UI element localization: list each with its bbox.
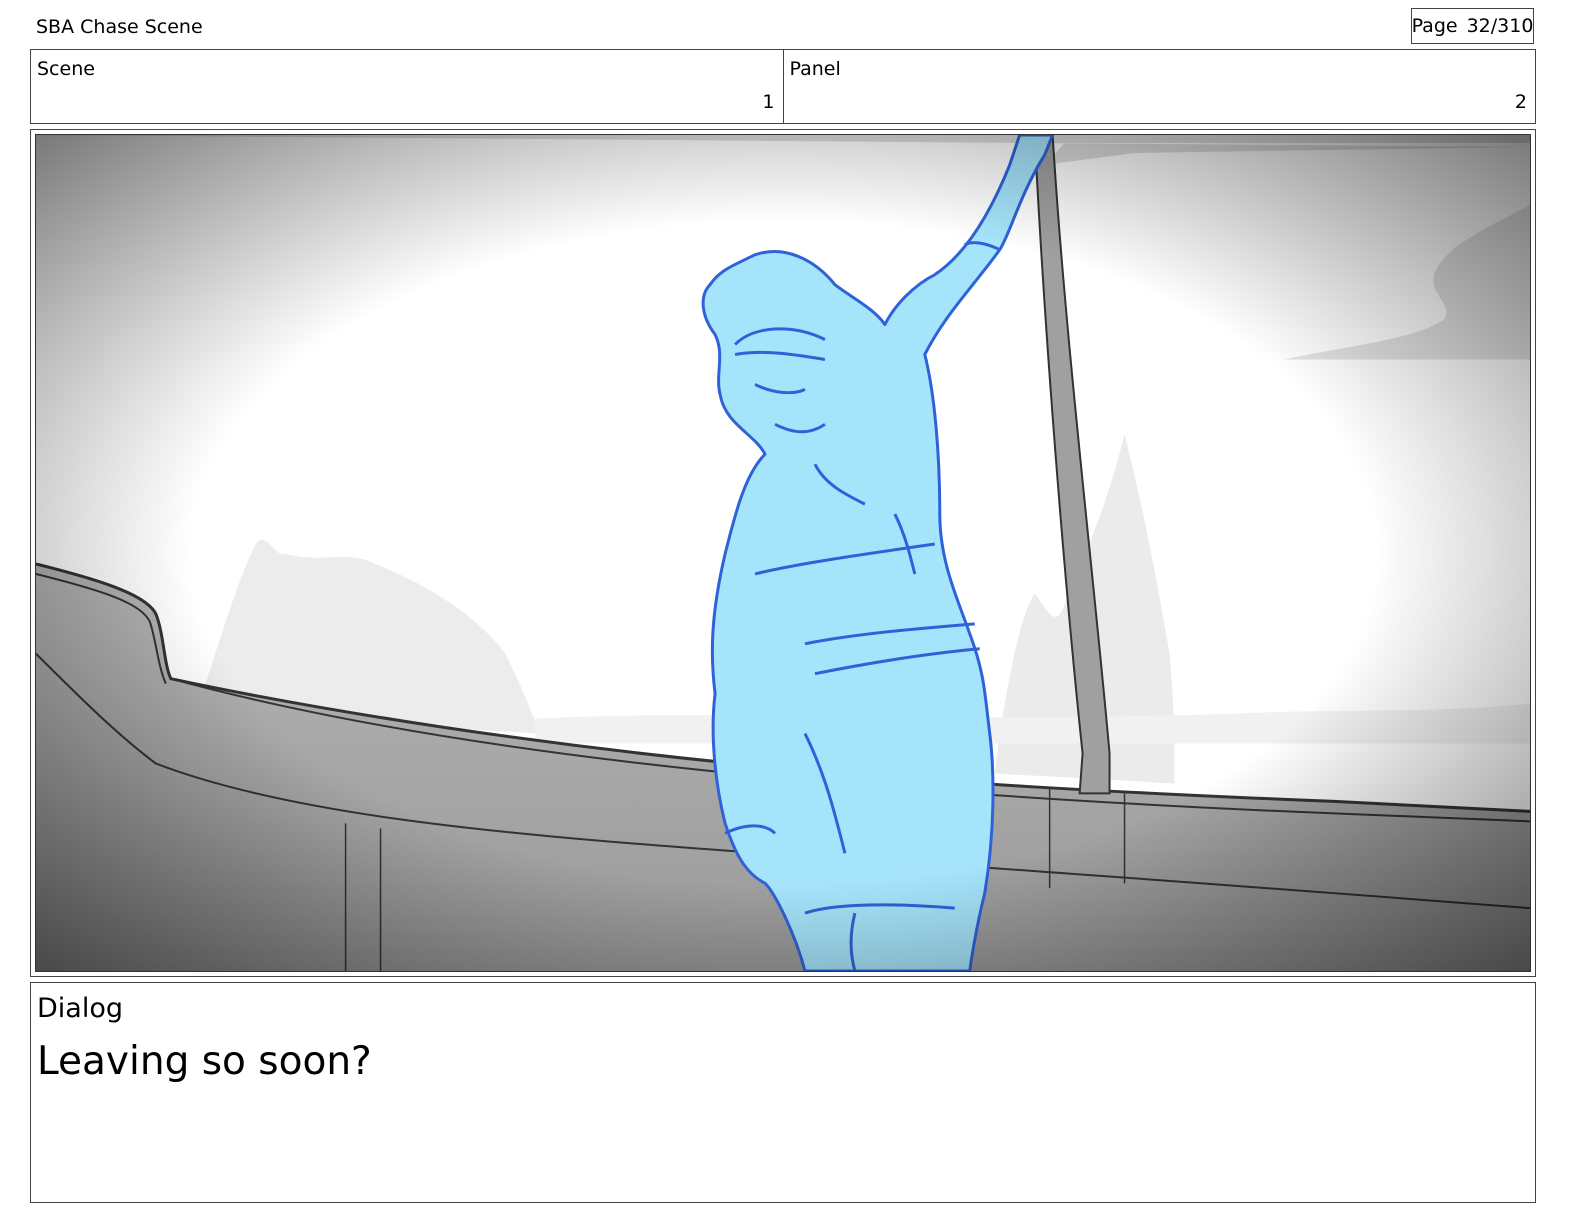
storyboard-sketch xyxy=(36,135,1530,971)
storyboard-frame xyxy=(30,129,1536,977)
panel-label: Panel xyxy=(789,58,841,80)
dialog-label: Dialog xyxy=(37,993,123,1024)
scene-cell: Scene 1 xyxy=(31,50,783,123)
vignette xyxy=(36,135,1530,971)
storyboard-drawing xyxy=(35,134,1531,972)
document-title: SBA Chase Scene xyxy=(36,16,203,38)
dialog-text: Leaving so soon? xyxy=(37,1039,372,1084)
scene-panel-row: Scene 1 Panel 2 xyxy=(30,49,1536,124)
panel-cell: Panel 2 xyxy=(782,50,1536,123)
page-indicator: Page 32/310 xyxy=(1411,8,1534,44)
page-label: Page xyxy=(1411,15,1458,37)
scene-number: 1 xyxy=(762,91,775,113)
scene-label: Scene xyxy=(37,58,95,80)
panel-number: 2 xyxy=(1514,91,1527,113)
page-number: 32/310 xyxy=(1466,15,1534,37)
dialog-box: Dialog Leaving so soon? xyxy=(30,982,1536,1203)
